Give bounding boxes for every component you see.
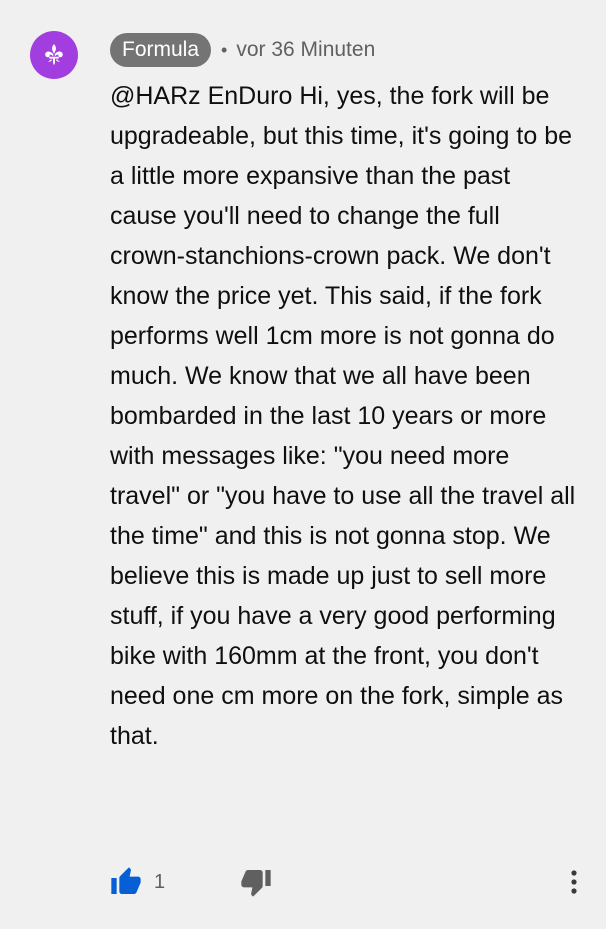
comment-actions: 1 (110, 862, 586, 902)
more-vertical-icon (571, 870, 577, 894)
comment-timestamp[interactable]: vor 36 Minuten (236, 38, 375, 62)
author-name[interactable]: Formula (110, 33, 212, 67)
fleur-de-lis-icon (45, 44, 63, 66)
thumbs-down-icon (241, 870, 271, 897)
more-actions-button[interactable] (562, 866, 586, 898)
avatar[interactable] (30, 31, 78, 79)
dislike-button[interactable] (240, 866, 272, 898)
like-button[interactable] (110, 866, 142, 898)
comment-header: Formula • vor 36 Minuten (110, 33, 375, 67)
separator-dot: • (221, 39, 228, 60)
thumbs-up-icon (111, 867, 141, 894)
comment-text: @HARz EnDuro Hi, yes, the fork will be u… (110, 82, 576, 750)
like-count: 1 (154, 870, 166, 893)
